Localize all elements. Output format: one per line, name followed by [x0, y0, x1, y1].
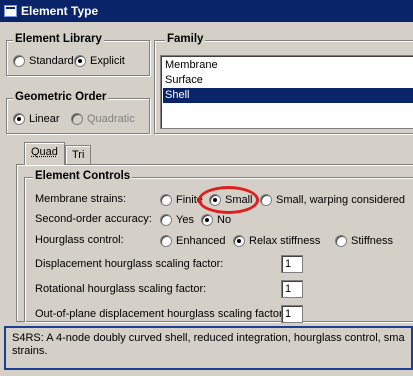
out-of-plane-factor-input[interactable]: 1: [281, 305, 303, 323]
window-icon: [4, 5, 17, 17]
element-controls-legend: Element Controls: [33, 170, 133, 182]
radio-small-warping[interactable]: Small, warping considered: [260, 193, 413, 207]
radio-standard[interactable]: Standard: [13, 54, 82, 68]
radio-stiffness-label: Stiffness: [351, 235, 393, 247]
family-group: Family Membrane Surface Shell: [154, 33, 413, 134]
radio-linear-button[interactable]: [13, 113, 25, 125]
element-library-group: Element Library Standard Explicit: [6, 33, 150, 76]
tab-quad[interactable]: Quad: [24, 142, 65, 165]
radio-no[interactable]: No: [201, 213, 239, 227]
displacement-factor-label: Displacement hourglass scaling factor:: [35, 258, 224, 270]
description-line-2: strains.: [12, 345, 48, 357]
radio-small-warping-button[interactable]: [260, 194, 272, 206]
radio-relax-stiffness-label: Relax stiffness: [249, 235, 321, 247]
radio-enhanced[interactable]: Enhanced: [160, 234, 234, 248]
family-legend: Family: [165, 33, 206, 45]
tab-quad-label: Quad: [31, 146, 58, 158]
window-title: Element Type: [21, 4, 99, 18]
family-item-membrane[interactable]: Membrane: [163, 58, 413, 73]
radio-yes[interactable]: Yes: [160, 213, 202, 227]
radio-finite-button[interactable]: [160, 194, 172, 206]
rotational-factor-input[interactable]: 1: [281, 280, 303, 298]
family-listbox[interactable]: Membrane Surface Shell: [160, 55, 413, 129]
tab-tri[interactable]: Tri: [65, 145, 92, 165]
family-item-surface[interactable]: Surface: [163, 73, 413, 88]
second-order-label: Second-order accuracy:: [35, 213, 152, 225]
title-bar[interactable]: Element Type: [0, 0, 413, 22]
radio-linear[interactable]: Linear: [13, 112, 68, 126]
radio-stiffness-button[interactable]: [335, 235, 347, 247]
radio-relax-stiffness-button[interactable]: [233, 235, 245, 247]
element-library-legend: Element Library: [13, 33, 104, 45]
radio-small-warping-label: Small, warping considered: [276, 194, 406, 206]
membrane-strains-label: Membrane strains:: [35, 193, 127, 205]
geometric-order-legend: Geometric Order: [13, 91, 109, 103]
radio-explicit[interactable]: Explicit: [74, 54, 133, 68]
radio-quadratic: Quadratic: [71, 112, 143, 126]
radio-quadratic-label: Quadratic: [87, 113, 135, 125]
radio-relax-stiffness[interactable]: Relax stiffness: [233, 234, 328, 248]
radio-no-button[interactable]: [201, 214, 213, 226]
radio-standard-button[interactable]: [13, 55, 25, 67]
highlight-circle-annotation: [198, 186, 259, 214]
rotational-factor-label: Rotational hourglass scaling factor:: [35, 283, 207, 295]
radio-enhanced-label: Enhanced: [176, 235, 226, 247]
radio-enhanced-button[interactable]: [160, 235, 172, 247]
element-type-dialog: Element Type Element Library Standard Ex…: [0, 0, 413, 376]
radio-yes-label: Yes: [176, 214, 194, 226]
radio-quadratic-button: [71, 113, 83, 125]
description-line-1: S4RS: A 4-node doubly curved shell, redu…: [12, 332, 405, 344]
element-description-box: S4RS: A 4-node doubly curved shell, redu…: [4, 326, 413, 370]
radio-linear-label: Linear: [29, 113, 60, 125]
hourglass-label: Hourglass control:: [35, 234, 124, 246]
geometric-order-group: Geometric Order Linear Quadratic: [6, 91, 150, 134]
radio-explicit-button[interactable]: [74, 55, 86, 67]
out-of-plane-factor-label: Out-of-plane displacement hourglass scal…: [35, 308, 286, 320]
displacement-factor-input[interactable]: 1: [281, 255, 303, 273]
radio-explicit-label: Explicit: [90, 55, 125, 67]
tab-tri-label: Tri: [72, 149, 85, 161]
radio-stiffness[interactable]: Stiffness: [335, 234, 401, 248]
radio-no-label: No: [217, 214, 232, 226]
family-item-shell[interactable]: Shell: [163, 88, 413, 103]
radio-standard-label: Standard: [29, 55, 74, 67]
radio-yes-button[interactable]: [160, 214, 172, 226]
